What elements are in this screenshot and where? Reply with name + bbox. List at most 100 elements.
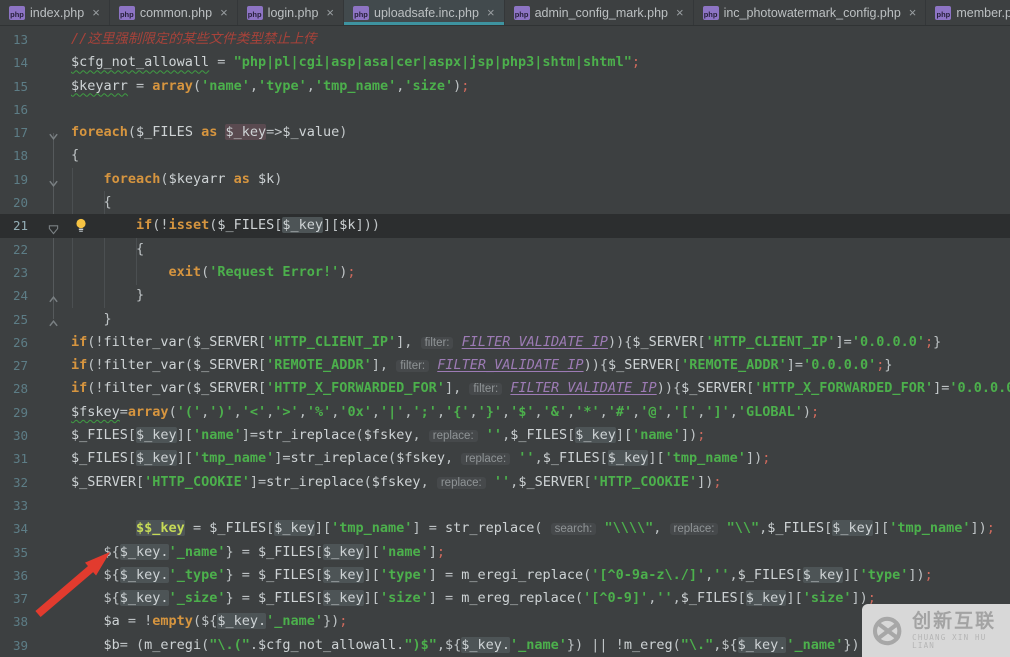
editor-tab[interactable]: phpmember.php× — [926, 0, 1010, 25]
fold-marker-icon[interactable] — [48, 314, 59, 326]
fold-marker-icon[interactable] — [48, 220, 59, 235]
tab-close-icon[interactable]: × — [909, 6, 917, 19]
gutter[interactable]: 17 — [0, 121, 64, 144]
gutter[interactable]: 19 — [0, 168, 64, 191]
gutter[interactable]: 29 — [0, 401, 64, 424]
gutter[interactable]: 20 — [0, 191, 64, 214]
code-line[interactable]: 24 } — [0, 284, 1010, 307]
code-text: ${$_key.'_name'} = $_FILES[$_key]['name'… — [71, 543, 445, 560]
code-line[interactable]: 37 ${$_key.'_size'} = $_FILES[$_key]['si… — [0, 587, 1010, 610]
code-line[interactable]: 32 $_SERVER['HTTP_COOKIE']=str_ireplace($… — [0, 471, 1010, 494]
tab-close-icon[interactable]: × — [220, 6, 228, 19]
code-line[interactable]: 30 $_FILES[$_key]['name']=str_ireplace($f… — [0, 424, 1010, 447]
editor-tab[interactable]: php login.php × — [238, 0, 345, 25]
line-number: 33 — [12, 497, 28, 513]
line-number: 15 — [12, 78, 28, 94]
gutter[interactable]: 25 — [0, 308, 64, 331]
code-line[interactable]: 22 { — [0, 238, 1010, 261]
code-line[interactable]: 39 $b= (m_eregi("\.(".$cfg_not_allowall.… — [0, 634, 1010, 657]
gutter[interactable]: 22 — [0, 238, 64, 261]
editor-tab[interactable]: php common.php × — [110, 0, 238, 25]
fold-marker-icon[interactable] — [48, 290, 59, 303]
code-line[interactable]: 19 foreach($keyarr as $k) — [0, 168, 1010, 191]
code-line[interactable]: 15 $keyarr = array('name','type','tmp_nam… — [0, 75, 1010, 98]
tab-close-icon[interactable]: × — [487, 6, 495, 19]
gutter[interactable]: 21 — [0, 214, 64, 237]
code-line[interactable]: 13 //这里强制限定的某些文件类型禁止上传 — [0, 28, 1010, 51]
gutter[interactable]: 36 — [0, 564, 64, 587]
code-line[interactable]: 34 $$_key = $_FILES[$_key]['tmp_name'] =… — [0, 517, 1010, 540]
gutter[interactable]: 32 — [0, 471, 64, 494]
code-text: $cfg_not_allowall = "php|pl|cgi|asp|asa|… — [71, 54, 640, 71]
gutter[interactable]: 24 — [0, 284, 64, 307]
code-text: } — [71, 310, 112, 327]
code-text: if(!filter_var($_SERVER['REMOTE_ADDR'], … — [71, 357, 893, 374]
code-line[interactable]: 27 if(!filter_var($_SERVER['REMOTE_ADDR']… — [0, 354, 1010, 377]
fold-marker-icon[interactable] — [48, 127, 59, 141]
gutter[interactable]: 33 — [0, 494, 64, 517]
gutter[interactable]: 34 — [0, 517, 64, 540]
tab-close-icon[interactable]: × — [92, 6, 100, 19]
code-line[interactable]: 33 — [0, 494, 1010, 517]
code-text: } — [71, 287, 145, 304]
code-line[interactable]: 28 if(!filter_var($_SERVER['HTTP_X_FORWAR… — [0, 377, 1010, 400]
line-number: 27 — [12, 358, 28, 374]
line-number: 31 — [12, 451, 28, 467]
gutter[interactable]: 31 — [0, 447, 64, 470]
code-line[interactable]: 16 — [0, 98, 1010, 121]
gutter[interactable]: 14 — [0, 51, 64, 74]
gutter[interactable]: 16 — [0, 98, 64, 121]
code-line[interactable]: 18 { — [0, 144, 1010, 167]
tab-close-icon[interactable]: × — [676, 6, 684, 19]
line-number: 17 — [12, 125, 28, 141]
gutter[interactable]: 28 — [0, 377, 64, 400]
gutter[interactable]: 23 — [0, 261, 64, 284]
gutter[interactable]: 39 — [0, 634, 64, 657]
code-text: { — [71, 147, 80, 164]
fold-marker-icon[interactable] — [48, 174, 59, 187]
line-number: 32 — [12, 474, 28, 490]
code-line[interactable]: 25 } — [0, 308, 1010, 331]
editor-tab[interactable]: php index.php × — [0, 0, 110, 25]
code-text: { — [71, 240, 145, 257]
code-text: //这里强制限定的某些文件类型禁止上传 — [71, 31, 317, 47]
watermark-cn-text: 创新互联 — [912, 610, 997, 632]
code-line[interactable]: 26 if(!filter_var($_SERVER['HTTP_CLIENT_I… — [0, 331, 1010, 354]
code-line[interactable]: 38 $a = !empty(${$_key.'_name'}); — [0, 610, 1010, 633]
gutter[interactable]: 18 — [0, 144, 64, 167]
code-editor[interactable]: 13 //这里强制限定的某些文件类型禁止上传 14 $cfg_not_allowall… — [0, 26, 1010, 657]
tab-label: inc_photowatermark_config.php — [723, 5, 901, 20]
gutter[interactable]: 27 — [0, 354, 64, 377]
line-number: 26 — [12, 334, 28, 350]
code-line[interactable]: 35 ${$_key.'_name'} = $_FILES[$_key]['na… — [0, 541, 1010, 564]
code-line[interactable]: 29 $fskey=array('(',')','<','>','%','0x',… — [0, 401, 1010, 424]
gutter[interactable]: 35 — [0, 541, 64, 564]
line-number: 22 — [12, 241, 28, 257]
gutter[interactable]: 38 — [0, 610, 64, 633]
line-number: 38 — [12, 614, 28, 630]
editor-tab[interactable]: php uploadsafe.inc.php × — [344, 0, 505, 25]
line-number: 34 — [12, 521, 28, 537]
editor-tabs: php index.php × php common.php × php login.php ×… — [0, 0, 1010, 26]
code-line[interactable]: 36 ${$_key.'_type'} = $_FILES[$_key]['ty… — [0, 564, 1010, 587]
gutter[interactable]: 30 — [0, 424, 64, 447]
gutter[interactable]: 26 — [0, 331, 64, 354]
tab-close-icon[interactable]: × — [326, 6, 334, 19]
code-line[interactable]: 14 $cfg_not_allowall = "php|pl|cgi|asp|as… — [0, 51, 1010, 74]
gutter[interactable]: 15 — [0, 75, 64, 98]
line-number: 30 — [12, 428, 28, 444]
editor-tab[interactable]: php inc_photowatermark_config.php × — [694, 0, 927, 25]
gutter[interactable]: 37 — [0, 587, 64, 610]
editor-tab[interactable]: php admin_config_mark.php × — [505, 0, 694, 25]
line-number: 13 — [12, 32, 28, 47]
code-line[interactable]: 31 $_FILES[$_key]['tmp_name']=str_ireplac… — [0, 447, 1010, 470]
intention-bulb-icon[interactable] — [75, 218, 87, 233]
code-line[interactable]: 21 if(!isset($_FILES[$_key][$k])) — [0, 214, 1010, 238]
tab-label: login.php — [267, 5, 319, 20]
code-line[interactable]: 17 foreach($_FILES as $_key=>$_value) — [0, 121, 1010, 144]
php-file-icon: php — [935, 5, 952, 20]
code-line[interactable]: 23 exit('Request Error!'); — [0, 261, 1010, 284]
code-line[interactable]: 20 { — [0, 191, 1010, 214]
gutter[interactable]: 13 — [0, 28, 64, 51]
